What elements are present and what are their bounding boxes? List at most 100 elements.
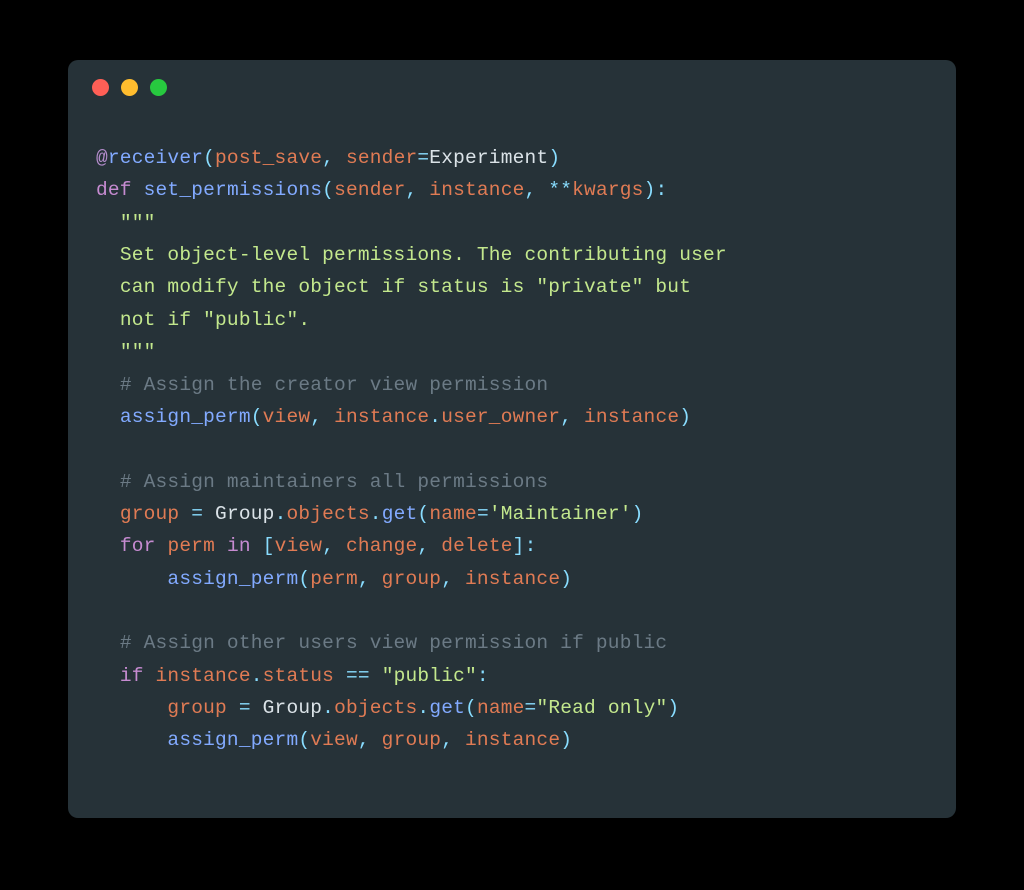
docstring-text: can modify the object if status is "priv… [120,276,691,298]
space [251,535,263,557]
code-line: # Assign maintainers all permissions [96,471,548,493]
lparen: ( [203,147,215,169]
keyword-for: for [120,535,156,557]
comma: , [405,179,429,201]
lparen: ( [298,729,310,751]
assign: = [179,503,215,525]
minimize-icon[interactable] [121,79,138,96]
class-group: Group [215,503,275,525]
zoom-icon[interactable] [150,79,167,96]
comma: , [560,406,584,428]
call-assign-perm: assign_perm [167,568,298,590]
colon: : [655,179,667,201]
arg-instance: instance [334,406,429,428]
code-line: # Assign the creator view permission [96,374,548,396]
comma: , [322,535,346,557]
comma: , [441,568,465,590]
rparen: ) [560,568,572,590]
close-icon[interactable] [92,79,109,96]
code-window: @receiver(post_save, sender=Experiment) … [68,60,956,818]
comma: , [358,729,382,751]
equals: = [525,697,537,719]
code-line: assign_perm(perm, group, instance) [96,568,572,590]
dot: . [251,665,263,687]
keyword-in: in [227,535,251,557]
indent [96,276,120,298]
param-sender: sender [334,179,405,201]
rparen: ) [632,503,644,525]
arg-instance: instance [584,406,679,428]
indent [96,632,120,654]
code-line: not if "public". [96,309,310,331]
indent [96,341,120,363]
arg-view: view [310,729,358,751]
comma: , [358,568,382,590]
call-assign-perm: assign_perm [167,729,298,751]
dot: . [417,697,429,719]
equals: = [417,147,429,169]
kwarg-name: name [429,503,477,525]
rparen: ) [667,697,679,719]
dot: . [275,503,287,525]
space [132,179,144,201]
code-line: group = Group.objects.get(name='Maintain… [96,503,644,525]
lparen: ( [465,697,477,719]
code-line: @receiver(post_save, sender=Experiment) [96,147,560,169]
space [215,535,227,557]
indent [96,665,120,687]
rparen: ) [679,406,691,428]
var-instance: instance [156,665,251,687]
comment: # Assign the creator view permission [120,374,548,396]
decorator-name: receiver [108,147,203,169]
comma: , [441,729,465,751]
indent [96,406,120,428]
rparen: ) [644,179,656,201]
equals: = [477,503,489,525]
kwarg-sender-name: sender [346,147,417,169]
param-kwargs: kwargs [572,179,643,201]
indent [96,471,120,493]
comment: # Assign maintainers all permissions [120,471,548,493]
string-readonly: "Read only" [536,697,667,719]
indent [96,309,120,331]
window-titlebar [68,60,956,114]
code-line: if instance.status == "public": [96,665,489,687]
code-line: assign_perm(view, instance.user_owner, i… [96,406,691,428]
rparen: ) [548,147,560,169]
lparen: ( [417,503,429,525]
docstring-text: Set object-level permissions. The contri… [120,244,727,266]
dot: . [322,697,334,719]
lbracket: [ [263,535,275,557]
comma: , [417,535,441,557]
indent [96,374,120,396]
kwarg-name: name [477,697,525,719]
attr-status: status [263,665,334,687]
code-line: assign_perm(view, group, instance) [96,729,572,751]
indent [96,244,120,266]
code-line: """ [96,212,156,234]
docstring-text: not if "public". [120,309,310,331]
arg-view: view [263,406,311,428]
comma: , [310,406,334,428]
call-get: get [429,697,465,719]
arg-group: group [382,729,442,751]
arg-instance: instance [465,729,560,751]
indent [96,212,120,234]
code-line: # Assign other users view permission if … [96,632,667,654]
arg-instance: instance [465,568,560,590]
dot: . [429,406,441,428]
var-group: group [167,697,227,719]
string-maintainer: 'Maintainer' [489,503,632,525]
keyword-if: if [120,665,144,687]
colon: : [477,665,489,687]
indent [96,535,120,557]
attr-user-owner: user_owner [441,406,560,428]
space [156,535,168,557]
indent [96,729,167,751]
keyword-def: def [96,179,132,201]
code-editor[interactable]: @receiver(post_save, sender=Experiment) … [68,114,956,785]
code-line: can modify the object if status is "priv… [96,276,691,298]
indent [96,568,167,590]
space [144,665,156,687]
attr-objects: objects [286,503,369,525]
